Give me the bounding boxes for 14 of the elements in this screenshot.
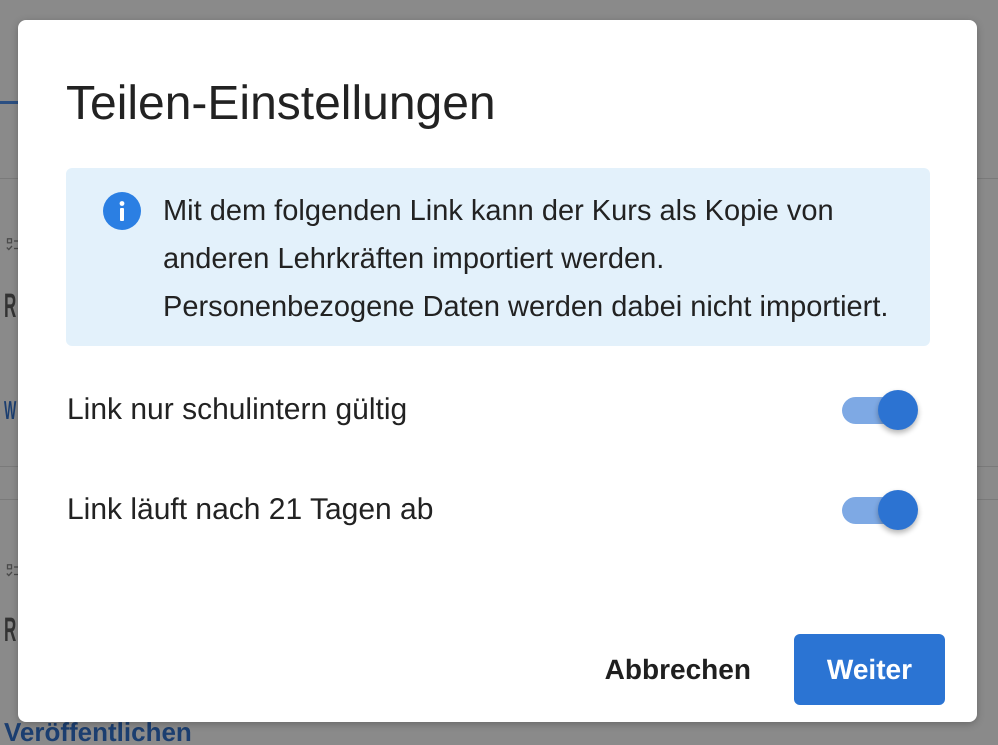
section-heading: R [4, 286, 16, 326]
continue-button[interactable]: Weiter [794, 634, 945, 705]
setting-label: Link nur schulintern gültig [67, 392, 408, 428]
info-icon [103, 192, 141, 230]
setting-label: Link läuft nach 21 Tagen ab [67, 492, 434, 528]
info-text: Personenbezogene Daten werden dabei nicht importiert. [163, 290, 890, 325]
section-link[interactable]: Veröffentlichen [4, 721, 192, 744]
info-text: Mit dem folgenden Link kann der Kurs als Kopie von anderen Lehrkräften importiert werden. [163, 194, 835, 277]
toggle-switch[interactable] [842, 490, 918, 530]
section-link[interactable]: W [4, 396, 16, 424]
section-heading: R [4, 610, 16, 650]
dialog-title: Teilen-Einstellungen [66, 76, 496, 132]
cancel-button[interactable]: Abbrechen [572, 634, 784, 705]
toggle-switch[interactable] [842, 390, 918, 430]
